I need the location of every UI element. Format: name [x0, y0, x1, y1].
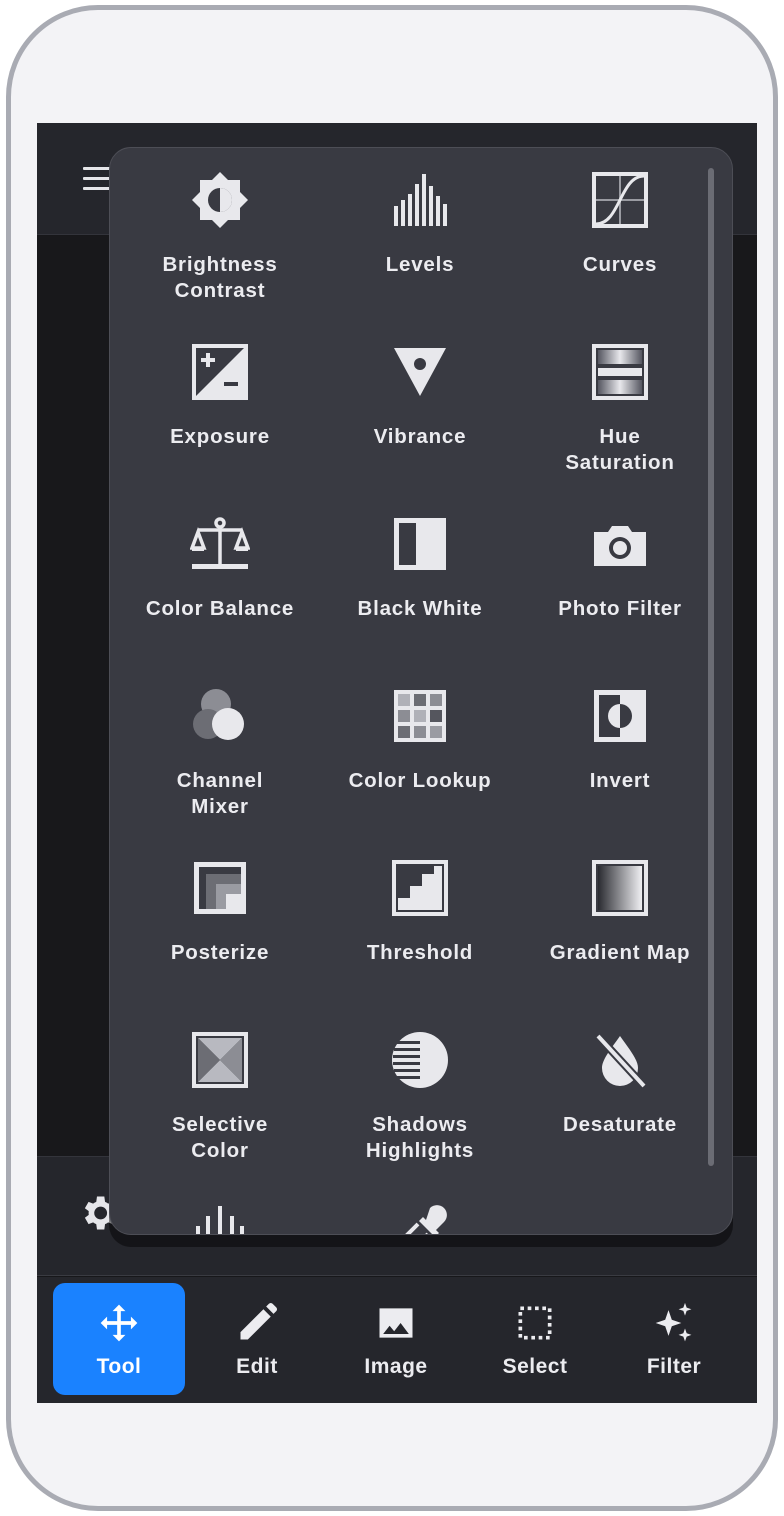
tab-label: Filter	[646, 1355, 702, 1378]
invert-icon	[594, 690, 646, 742]
menu-item-curves[interactable]: Curves	[520, 170, 720, 342]
menu-item-label: Curves	[582, 253, 658, 276]
menu-item-label: Brightness Contrast	[162, 253, 278, 302]
menu-item-levels[interactable]: Levels	[320, 170, 520, 342]
tab-label: Edit	[236, 1355, 278, 1378]
menu-item-black-white[interactable]: Black White	[320, 514, 520, 686]
color-lookup-icon	[394, 690, 446, 742]
exposure-icon	[192, 344, 248, 400]
menu-item-color-lookup[interactable]: Color Lookup	[320, 686, 520, 858]
posterize-icon	[194, 862, 246, 914]
gradient-map-icon	[592, 860, 648, 916]
menu-item-threshold[interactable]: Threshold	[320, 858, 520, 1030]
menu-item-photo-filter[interactable]: Photo Filter	[520, 514, 720, 686]
vibrance-icon	[394, 348, 446, 396]
menu-item-label: Color Lookup	[348, 769, 492, 792]
levels-icon	[394, 174, 447, 226]
menu-item-channel-mixer[interactable]: Channel Mixer	[120, 686, 320, 858]
menu-item-posterize[interactable]: Posterize	[120, 858, 320, 1030]
menu-item-vibrance[interactable]: Vibrance	[320, 342, 520, 514]
tab-tool[interactable]: Tool	[53, 1283, 185, 1395]
menu-item-invert[interactable]: Invert	[520, 686, 720, 858]
menu-item-eyedropper[interactable]	[320, 1202, 520, 1234]
tab-label: Select	[502, 1355, 568, 1378]
hue-saturation-icon	[592, 344, 648, 400]
image-icon	[379, 1308, 413, 1338]
curves-icon	[592, 172, 648, 228]
eyedropper-icon	[405, 1205, 447, 1234]
menu-item-gradient-map[interactable]: Gradient Map	[520, 858, 720, 1030]
brightness-contrast-icon	[192, 172, 248, 228]
menu-item-label: Black White	[357, 597, 483, 620]
tab-filter[interactable]: Filter	[608, 1283, 740, 1395]
menu-item-exposure[interactable]: Exposure	[120, 342, 320, 514]
device-frame: Tool Edit Image Select Filter Brightness…	[6, 5, 778, 1511]
selection-marquee-icon	[518, 1306, 552, 1340]
menu-item-waveform[interactable]	[120, 1202, 320, 1234]
threshold-icon	[392, 860, 448, 916]
menu-item-label: Shadows Highlights	[365, 1113, 475, 1162]
menu-item-label: Vibrance	[373, 425, 467, 448]
menu-item-color-balance[interactable]: Color Balance	[120, 514, 320, 686]
menu-item-label: Hue Saturation	[565, 425, 675, 474]
menu-item-label: Selective Color	[171, 1113, 269, 1162]
adjustments-grid: Brightness Contrast Levels Curves Exposu…	[120, 170, 720, 1234]
tab-image[interactable]: Image	[330, 1283, 462, 1395]
tab-select[interactable]: Select	[469, 1283, 601, 1395]
menu-item-selective-color[interactable]: Selective Color	[120, 1030, 320, 1202]
menu-item-label: Levels	[385, 253, 455, 276]
menu-item-shadows-highlights[interactable]: Shadows Highlights	[320, 1030, 520, 1202]
menu-item-brightness-contrast[interactable]: Brightness Contrast	[120, 170, 320, 342]
menu-item-label: Channel Mixer	[176, 769, 264, 818]
desaturate-icon	[595, 1033, 647, 1089]
adjustments-menu: Brightness Contrast Levels Curves Exposu…	[109, 147, 733, 1235]
bottom-tab-bar: Tool Edit Image Select Filter	[37, 1277, 757, 1403]
black-white-icon	[394, 518, 446, 570]
sparkles-icon	[655, 1302, 692, 1342]
menu-item-label: Desaturate	[563, 1113, 677, 1136]
shadows-highlights-icon	[392, 1032, 448, 1088]
menu-item-desaturate[interactable]: Desaturate	[520, 1030, 720, 1202]
selective-color-icon	[192, 1032, 248, 1088]
pencil-icon	[240, 1302, 278, 1340]
menu-item-hue-saturation[interactable]: Hue Saturation	[520, 342, 720, 514]
camera-icon	[594, 526, 646, 566]
waveform-icon	[196, 1206, 244, 1234]
hamburger-menu-icon[interactable]	[83, 167, 111, 191]
menu-item-label: Photo Filter	[558, 597, 682, 620]
menu-item-label: Exposure	[170, 425, 270, 448]
move-arrows-icon	[100, 1304, 138, 1342]
tab-edit[interactable]: Edit	[191, 1283, 323, 1395]
menu-item-label: Threshold	[366, 941, 474, 964]
menu-item-label: Invert	[589, 769, 651, 792]
menu-item-label: Color Balance	[145, 597, 295, 620]
tab-label: Tool	[96, 1355, 142, 1378]
menu-item-label: Gradient Map	[549, 941, 691, 964]
color-balance-icon	[190, 517, 250, 569]
channel-mixer-icon	[193, 689, 244, 740]
menu-item-label: Posterize	[170, 941, 270, 964]
tab-label: Image	[364, 1355, 428, 1378]
